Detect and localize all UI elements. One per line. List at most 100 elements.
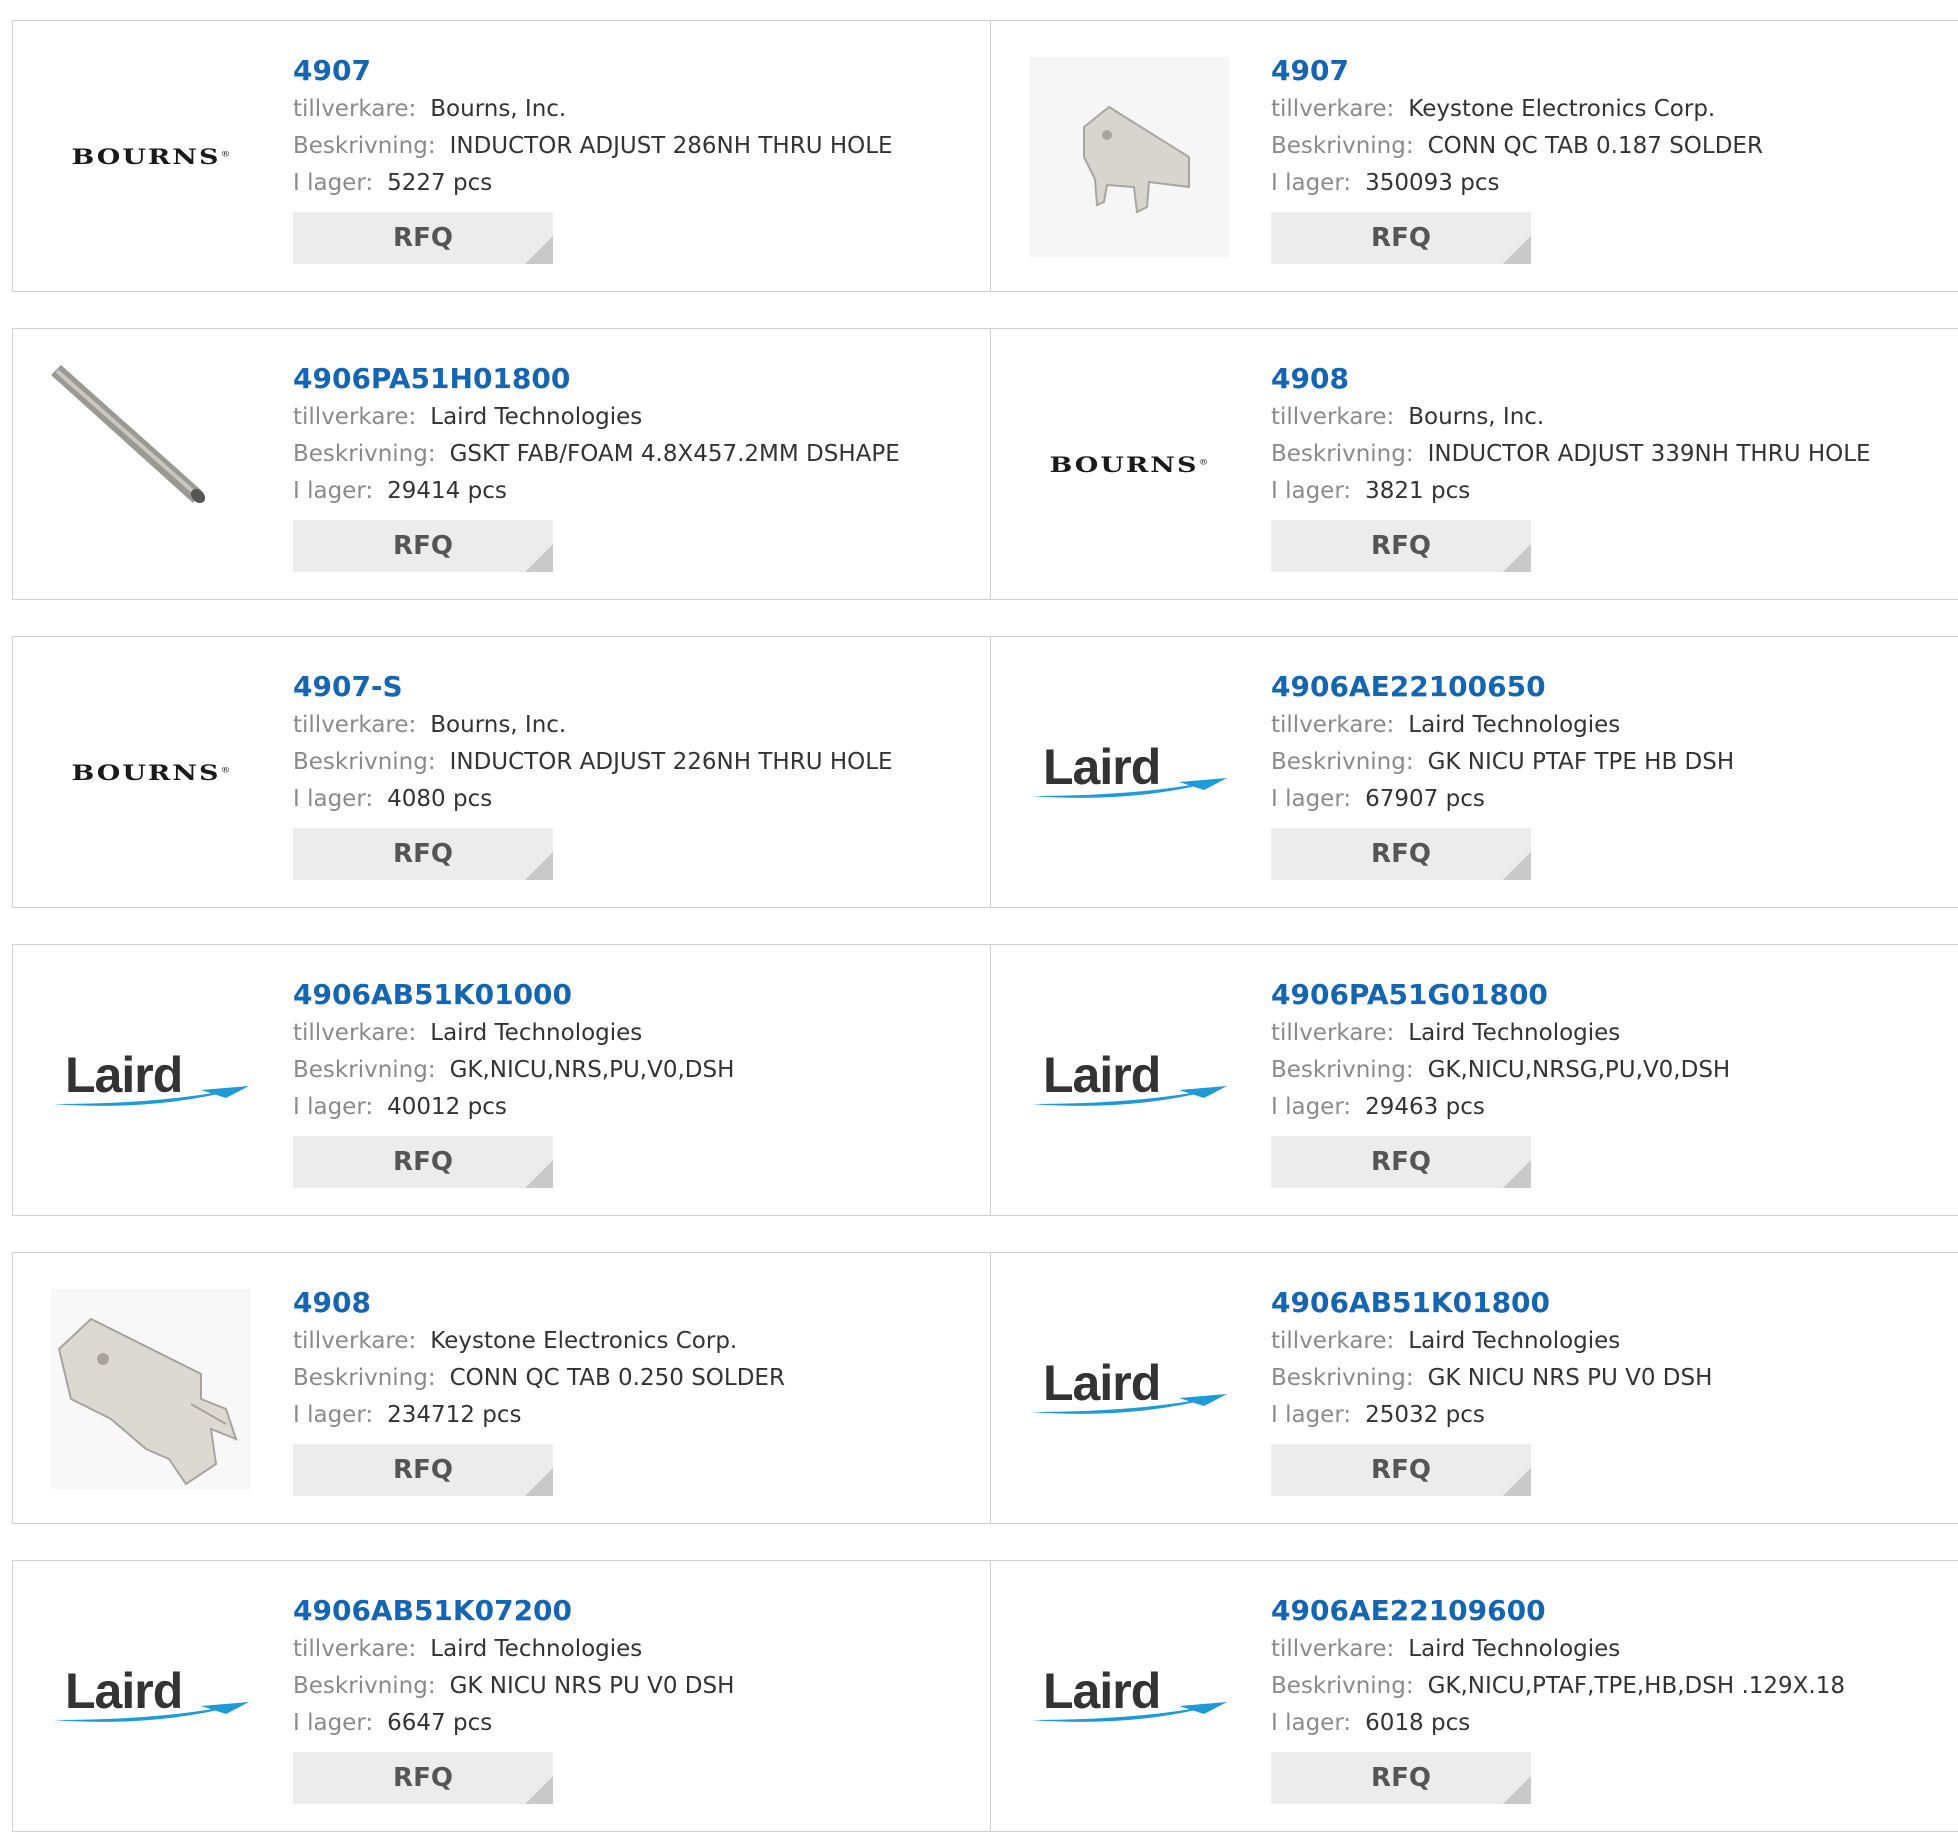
rfq-button[interactable]: RFQ xyxy=(1271,1136,1531,1188)
product-image[interactable]: Laird xyxy=(1029,981,1229,1181)
manufacturer-label: tillverkare: xyxy=(1271,1328,1395,1354)
description-label: Beskrivning: xyxy=(1271,1365,1414,1391)
description-value: CONN QC TAB 0.187 SOLDER xyxy=(1427,133,1763,159)
product-image[interactable]: Laird xyxy=(1029,673,1229,873)
stock-value: 67907 pcs xyxy=(1365,786,1485,812)
description-label: Beskrivning: xyxy=(293,1673,436,1699)
manufacturer-line: tillverkare: Laird Technologies xyxy=(1271,1631,1845,1668)
part-number-link[interactable]: 4906AB51K01000 xyxy=(293,975,734,1015)
rfq-button[interactable]: RFQ xyxy=(293,1136,553,1188)
stock-value: 29414 pcs xyxy=(387,478,507,504)
stock-value: 29463 pcs xyxy=(1365,1094,1485,1120)
stock-label: I lager: xyxy=(1271,1094,1352,1120)
stock-line: I lager: 29463 pcs xyxy=(1271,1089,1730,1126)
description-line: Beskrivning: INDUCTOR ADJUST 226NH THRU H… xyxy=(293,744,893,781)
rfq-button[interactable]: RFQ xyxy=(293,520,553,572)
part-number-link[interactable]: 4906PA51H01800 xyxy=(293,359,900,399)
product-image[interactable]: BOURNS® xyxy=(51,57,251,257)
part-number-link[interactable]: 4906PA51G01800 xyxy=(1271,975,1730,1015)
product-image[interactable]: Laird xyxy=(51,981,251,1181)
description-value: GK,NICU,NRSG,PU,V0,DSH xyxy=(1427,1057,1731,1083)
description-line: Beskrivning: INDUCTOR ADJUST 286NH THRU H… xyxy=(293,128,893,165)
product-card: 4906PA51H01800 tillverkare: Laird Technolo… xyxy=(13,329,991,599)
part-number-link[interactable]: 4906AE22109600 xyxy=(1271,1591,1845,1631)
part-number-link[interactable]: 4906AB51K07200 xyxy=(293,1591,734,1631)
rfq-label: RFQ xyxy=(1371,1763,1431,1793)
product-image[interactable] xyxy=(51,1289,251,1489)
part-number-link[interactable]: 4906AE22100650 xyxy=(1271,667,1734,707)
part-number-link[interactable]: 4907-S xyxy=(293,667,893,707)
product-image[interactable]: BOURNS® xyxy=(1029,365,1229,565)
stock-value: 5227 pcs xyxy=(387,170,493,196)
rfq-button[interactable]: RFQ xyxy=(1271,1444,1531,1496)
description-line: Beskrivning: GK,NICU,NRSG,PU,V0,DSH xyxy=(1271,1052,1730,1089)
description-label: Beskrivning: xyxy=(293,749,436,775)
rfq-label: RFQ xyxy=(393,1455,453,1485)
product-image[interactable]: Laird xyxy=(1029,1597,1229,1797)
rfq-button[interactable]: RFQ xyxy=(293,212,553,264)
rfq-label: RFQ xyxy=(1371,531,1431,561)
product-row: BOURNS® 4907-S tillverkare: Bourns, Inc. Be… xyxy=(12,636,1958,908)
manufacturer-value: Keystone Electronics Corp. xyxy=(1408,96,1716,122)
product-card: Laird 4906PA51G01800 tillverkare: Laird Te… xyxy=(991,945,1958,1215)
corner-triangle-icon xyxy=(1503,544,1531,572)
stock-value: 6018 pcs xyxy=(1365,1710,1471,1736)
rfq-label: RFQ xyxy=(1371,223,1431,253)
product-image[interactable]: BOURNS® xyxy=(51,673,251,873)
product-image[interactable]: Laird xyxy=(1029,1289,1229,1489)
rfq-label: RFQ xyxy=(393,223,453,253)
description-label: Beskrivning: xyxy=(293,441,436,467)
description-label: Beskrivning: xyxy=(1271,1673,1414,1699)
bourns-logo: BOURNS® xyxy=(71,760,231,786)
description-label: Beskrivning: xyxy=(293,133,436,159)
description-value: GK NICU NRS PU V0 DSH xyxy=(1427,1365,1713,1391)
laird-logo: Laird xyxy=(51,1662,251,1732)
corner-triangle-icon xyxy=(525,1468,553,1496)
product-image[interactable]: Laird xyxy=(51,1597,251,1797)
laird-logo: Laird xyxy=(1029,1662,1229,1732)
rfq-button[interactable]: RFQ xyxy=(293,1752,553,1804)
rfq-button[interactable]: RFQ xyxy=(1271,1752,1531,1804)
laird-logo: Laird xyxy=(1029,1354,1229,1424)
product-row: 4908 tillverkare: Keystone Electronics Cor… xyxy=(12,1252,1958,1524)
part-number-link[interactable]: 4907 xyxy=(1271,51,1763,91)
description-label: Beskrivning: xyxy=(1271,133,1414,159)
manufacturer-label: tillverkare: xyxy=(1271,712,1395,738)
manufacturer-value: Keystone Electronics Corp. xyxy=(430,1328,738,1354)
manufacturer-label: tillverkare: xyxy=(293,96,417,122)
bourns-logo: BOURNS® xyxy=(71,144,231,170)
part-number-link[interactable]: 4908 xyxy=(293,1283,785,1323)
rfq-label: RFQ xyxy=(393,1147,453,1177)
description-label: Beskrivning: xyxy=(293,1365,436,1391)
stock-value: 40012 pcs xyxy=(387,1094,507,1120)
manufacturer-line: tillverkare: Bourns, Inc. xyxy=(293,707,893,744)
stock-line: I lager: 4080 pcs xyxy=(293,781,893,818)
stock-label: I lager: xyxy=(293,1402,374,1428)
rfq-button[interactable]: RFQ xyxy=(293,828,553,880)
product-card: 4908 tillverkare: Keystone Electronics Cor… xyxy=(13,1253,991,1523)
rfq-button[interactable]: RFQ xyxy=(293,1444,553,1496)
laird-logo: Laird xyxy=(51,1046,251,1116)
description-line: Beskrivning: GK NICU NRS PU V0 DSH xyxy=(1271,1360,1712,1397)
description-label: Beskrivning: xyxy=(293,1057,436,1083)
stock-value: 25032 pcs xyxy=(1365,1402,1485,1428)
stock-line: I lager: 6647 pcs xyxy=(293,1705,734,1742)
part-number-link[interactable]: 4907 xyxy=(293,51,893,91)
product-row: BOURNS® 4907 tillverkare: Bourns, Inc. Besk… xyxy=(12,20,1958,292)
rfq-button[interactable]: RFQ xyxy=(1271,520,1531,572)
manufacturer-line: tillverkare: Keystone Electronics Corp. xyxy=(293,1323,785,1360)
stock-label: I lager: xyxy=(293,1094,374,1120)
rfq-button[interactable]: RFQ xyxy=(1271,212,1531,264)
part-number-link[interactable]: 4908 xyxy=(1271,359,1871,399)
description-value: INDUCTOR ADJUST 286NH THRU HOLE xyxy=(449,133,893,159)
stock-value: 4080 pcs xyxy=(387,786,493,812)
description-value: GK NICU PTAF TPE HB DSH xyxy=(1427,749,1735,775)
product-row: Laird 4906AB51K07200 tillverkare: Laird Te… xyxy=(12,1560,1958,1832)
product-image[interactable] xyxy=(1029,57,1229,257)
product-image[interactable] xyxy=(51,365,251,565)
stock-line: I lager: 3821 pcs xyxy=(1271,473,1871,510)
part-number-link[interactable]: 4906AB51K01800 xyxy=(1271,1283,1712,1323)
rfq-button[interactable]: RFQ xyxy=(1271,828,1531,880)
manufacturer-label: tillverkare: xyxy=(293,712,417,738)
rfq-label: RFQ xyxy=(393,839,453,869)
